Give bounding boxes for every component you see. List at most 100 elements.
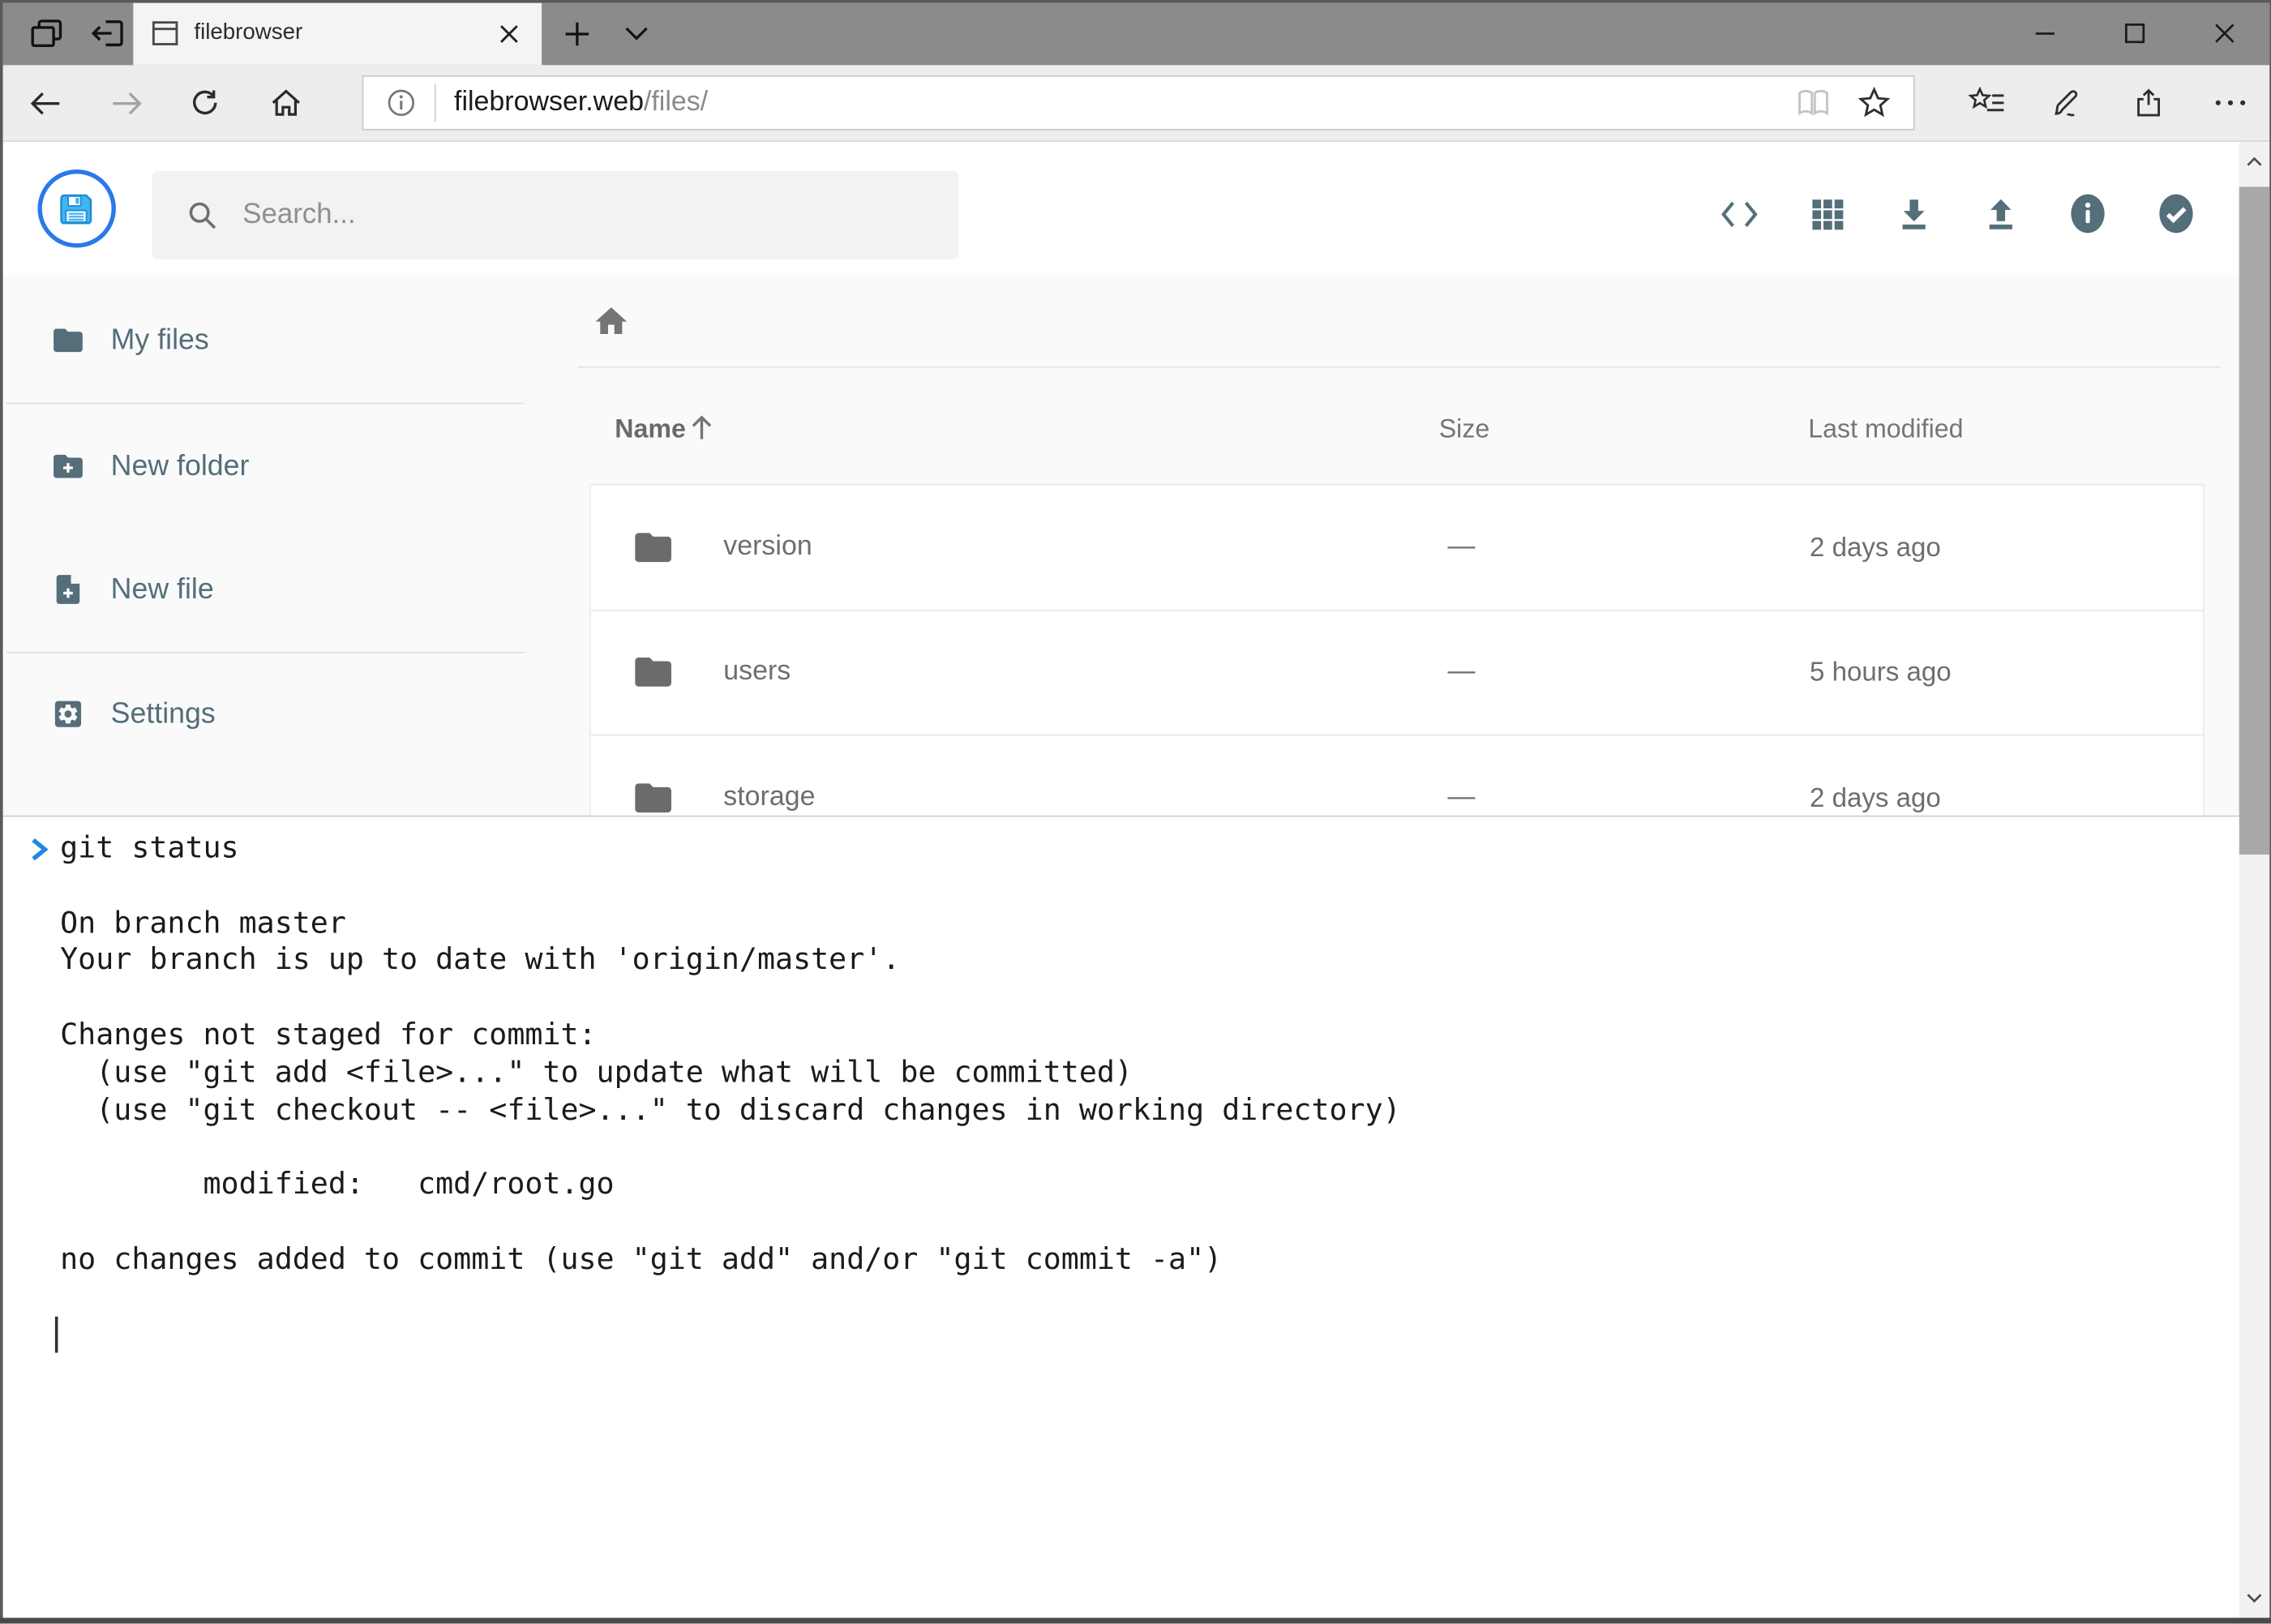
filebrowser-header	[2, 141, 2239, 274]
add-favorite-button[interactable]	[1843, 77, 1904, 129]
file-plus-icon	[50, 572, 85, 607]
check-icon	[2155, 191, 2197, 236]
back-button[interactable]	[19, 77, 71, 129]
home-icon	[592, 302, 629, 339]
raw-editor-button[interactable]	[1714, 189, 1763, 238]
window-border-bottom	[0, 1618, 2271, 1624]
folder-icon	[631, 650, 675, 694]
scrollbar-thumb[interactable]	[2239, 186, 2269, 855]
web-note-button[interactable]	[2042, 77, 2093, 129]
terminal-line	[60, 979, 1401, 1017]
window-border-left	[0, 0, 2, 1624]
reading-view-button[interactable]	[1782, 77, 1843, 129]
terminal-line: On branch master	[60, 905, 1401, 942]
maximize-icon	[2124, 24, 2145, 44]
gear-icon	[50, 696, 85, 731]
url-text[interactable]: filebrowser.web/files/	[454, 87, 708, 118]
page-scrollbar[interactable]	[2239, 141, 2269, 1618]
tab-close-icon[interactable]	[499, 23, 521, 45]
column-header-size[interactable]: Size	[1439, 413, 1490, 444]
search-bar[interactable]	[152, 170, 958, 259]
window-controls	[1999, 2, 2269, 66]
url-host: filebrowser.web	[454, 87, 644, 118]
tab-bar: filebrowser	[2, 2, 2269, 66]
site-info-icon[interactable]	[384, 87, 416, 118]
window-border-top	[0, 0, 2271, 2]
close-button[interactable]	[2179, 2, 2269, 66]
folder-icon	[631, 776, 675, 820]
file-row-users[interactable]: users — 5 hours ago	[590, 611, 2202, 736]
browser-window: filebrowser	[0, 0, 2271, 1624]
scroll-up-button[interactable]	[2239, 141, 2269, 180]
terminal-line	[60, 1129, 1401, 1166]
sidebar-item-new-folder[interactable]: New folder	[2, 426, 553, 507]
download-button[interactable]	[1889, 189, 1939, 238]
terminal-command: git status	[60, 830, 1401, 868]
sidebar-item-label: My files	[111, 324, 209, 357]
info-button[interactable]	[2063, 189, 2113, 238]
refresh-button[interactable]	[179, 77, 231, 129]
search-input[interactable]	[240, 196, 883, 233]
forward-button[interactable]	[101, 77, 152, 129]
close-icon	[2213, 24, 2234, 44]
file-name: users	[723, 611, 791, 735]
new-tab-button[interactable]	[550, 2, 605, 66]
file-row-version[interactable]: version — 2 days ago	[590, 485, 2202, 611]
sidebar-item-label: New file	[111, 573, 214, 606]
terminal-cursor	[54, 1316, 58, 1352]
set-tabs-aside-button[interactable]	[78, 2, 135, 66]
minimize-button[interactable]	[1999, 2, 2089, 66]
page-viewport: My files New folder New file	[2, 141, 2269, 1618]
browser-home-icon	[269, 86, 302, 119]
forward-icon	[110, 86, 144, 119]
browser-tab[interactable]: filebrowser	[133, 2, 542, 66]
scroll-down-button[interactable]	[2239, 1579, 2269, 1618]
url-path: /files/	[644, 87, 708, 118]
chevron-down-icon	[624, 26, 649, 42]
more-actions-button[interactable]	[2204, 77, 2256, 129]
column-header-modified[interactable]: Last modified	[1808, 413, 1963, 444]
terminal-line	[60, 1204, 1401, 1241]
sidebar-item-settings[interactable]: Settings	[2, 674, 553, 755]
sidebar-item-my-files[interactable]: My files	[2, 300, 553, 381]
set-tabs-aside-icon	[88, 15, 125, 52]
home-button[interactable]	[260, 77, 312, 129]
sidebar-item-label: New folder	[111, 450, 250, 483]
floppy-disk-icon	[54, 186, 98, 231]
upload-button[interactable]	[1976, 189, 2025, 238]
search-icon	[185, 198, 218, 231]
share-button[interactable]	[2123, 77, 2175, 129]
file-list: version — 2 days ago users — 5 hours ago	[589, 484, 2204, 863]
sort-ascending-icon[interactable]	[688, 410, 715, 441]
sidebar-item-new-file[interactable]: New file	[2, 549, 553, 630]
terminal-line: Changes not staged for commit:	[60, 1017, 1401, 1054]
code-icon	[1719, 196, 1759, 231]
refresh-icon	[188, 86, 221, 119]
star-icon	[1856, 85, 1891, 120]
file-size: —	[1447, 611, 1475, 735]
share-icon	[2132, 85, 2166, 120]
pen-icon	[2050, 85, 2085, 120]
folder-icon	[631, 525, 675, 569]
download-icon	[1895, 194, 1934, 233]
folder-icon	[50, 323, 85, 358]
back-icon	[29, 86, 62, 119]
grid-view-button[interactable]	[1802, 189, 1852, 238]
terminal-panel[interactable]: git statusOn branch masterYour branch is…	[2, 815, 2239, 1618]
sidebar-item-label: Settings	[111, 697, 216, 731]
grid-view-icon	[1808, 195, 1845, 232]
terminal-line: (use "git add <file>..." to update what …	[60, 1054, 1401, 1091]
maximize-button[interactable]	[2089, 2, 2179, 66]
breadcrumb[interactable]	[592, 302, 629, 339]
info-icon	[2067, 191, 2109, 236]
url-box[interactable]: filebrowser.web/files/	[362, 75, 1914, 131]
tab-preview-button[interactable]	[17, 2, 75, 66]
favorites-hub-button[interactable]	[1960, 77, 2012, 129]
terminal-line	[60, 868, 1401, 905]
sidebar-divider	[5, 403, 524, 405]
terminal-line: modified: cmd/root.go	[60, 1166, 1401, 1203]
select-multiple-button[interactable]	[2152, 189, 2201, 238]
column-header-name[interactable]: Name	[615, 413, 686, 444]
tab-title: filebrowser	[194, 20, 498, 46]
tab-list-dropdown-button[interactable]	[611, 2, 662, 66]
